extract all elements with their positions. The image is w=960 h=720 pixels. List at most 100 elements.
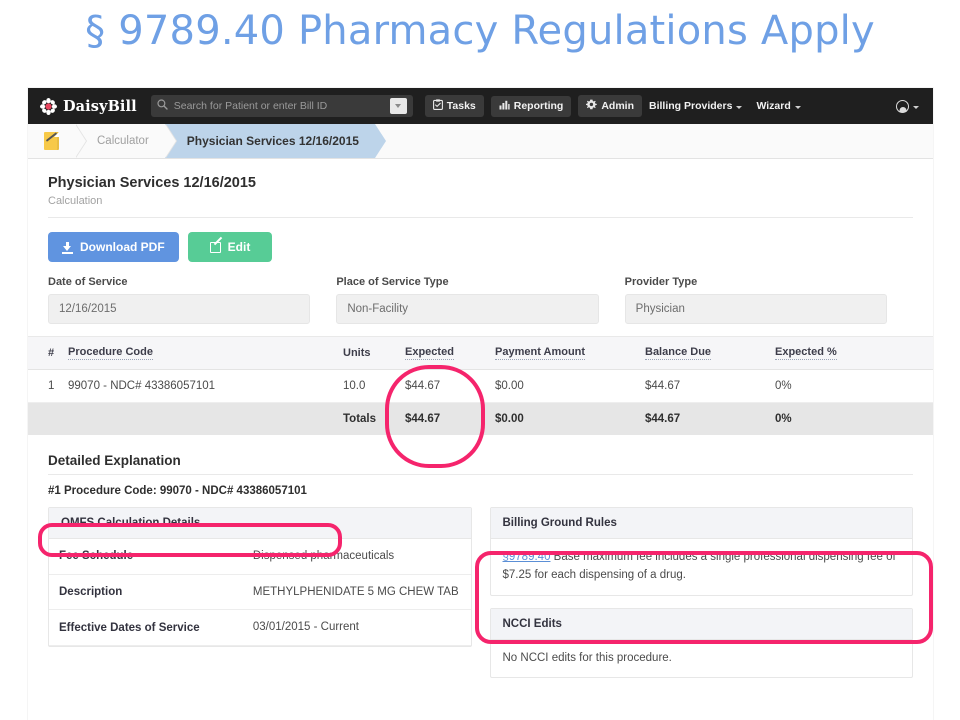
omfs-key: Description	[59, 586, 123, 598]
daisy-flower-logo-icon	[40, 97, 57, 115]
cell-expected-percent: 0%	[769, 369, 933, 403]
reporting-button[interactable]: Reporting	[490, 95, 572, 117]
brand-name: DaisyBill	[63, 97, 137, 115]
cell-expected: $44.67	[399, 369, 489, 403]
detailed-explanation-heading: Detailed Explanation	[48, 453, 181, 468]
chevron-down-icon	[736, 105, 743, 109]
totals-label: Totals	[337, 402, 399, 435]
wizard-label: Wizard	[756, 100, 791, 112]
chevron-down-icon	[913, 105, 919, 109]
procedures-table: # Procedure Code Units Expected Payment …	[28, 336, 933, 435]
chevron-down-icon	[794, 105, 801, 109]
col-number: #	[28, 336, 62, 370]
field-value: Physician	[624, 294, 887, 324]
user-avatar-icon	[896, 99, 909, 113]
tasks-button[interactable]: Tasks	[424, 95, 484, 117]
search-placeholder-text: Search for Patient or enter Bill ID	[173, 100, 328, 112]
col-expected-percent[interactable]: Expected %	[769, 336, 933, 370]
page-title: Physician Services 12/16/2015	[48, 175, 256, 191]
omfs-card: OMFS Calculation Details Fee Schedule Di…	[48, 507, 472, 648]
breadcrumb-item-calculator[interactable]: Calculator	[75, 124, 177, 158]
cell-payment-amount: $0.00	[489, 369, 639, 403]
note-pencil-icon	[44, 132, 59, 150]
bar-chart-icon	[499, 100, 510, 113]
search-dropdown-caret-icon[interactable]	[389, 98, 407, 114]
cell-balance-due: $44.67	[639, 369, 769, 403]
omfs-value: 03/01/2015 - Current	[252, 621, 359, 634]
breadcrumb-item-current[interactable]: Physician Services 12/16/2015	[164, 124, 387, 158]
col-payment-amount[interactable]: Payment Amount	[489, 336, 639, 370]
navbar: DaisyBill Search for Patient or enter Bi…	[28, 88, 933, 124]
table-row: Fee Schedule Dispensed pharmaceuticals	[49, 539, 471, 575]
col-procedure-code[interactable]: Procedure Code	[62, 336, 337, 370]
page-header: Physician Services 12/16/2015 Calculatio…	[28, 159, 933, 217]
brand[interactable]: DaisyBill	[40, 97, 137, 115]
field-value: Non-Facility	[336, 294, 599, 324]
rules-panel: Billing Ground Rules §9789.40 Base maxim…	[489, 507, 913, 690]
omfs-title: OMFS Calculation Details	[49, 508, 471, 539]
edit-pencil-icon	[209, 241, 221, 253]
field-label: Provider Type	[624, 276, 698, 288]
cell-row-number[interactable]: 1	[28, 369, 62, 403]
omfs-key: Effective Dates of Service	[59, 621, 200, 634]
col-expected[interactable]: Expected	[399, 336, 489, 370]
breadcrumb-current-label: Physician Services 12/16/2015	[186, 134, 359, 148]
billing-ground-rules-card: Billing Ground Rules §9789.40 Base maxim…	[489, 507, 913, 596]
totals-balance-due: $44.67	[639, 402, 769, 435]
cell-procedure-code: 99070 - NDC# 43386057101	[62, 369, 337, 403]
app-screenshot: DaisyBill Search for Patient or enter Bi…	[28, 88, 933, 720]
detail-panels: OMFS Calculation Details Fee Schedule Di…	[28, 507, 933, 690]
admin-label: Admin	[601, 100, 634, 112]
reporting-label: Reporting	[513, 100, 564, 112]
totals-expected: $44.67	[399, 402, 489, 435]
slide-title: § 9789.40 Pharmacy Regulations Apply	[85, 8, 875, 54]
billing-providers-menu[interactable]: Billing Providers	[649, 100, 743, 112]
cell-units: 10.0	[337, 369, 399, 403]
table-row[interactable]: 1 99070 - NDC# 43386057101 10.0 $44.67 $…	[28, 369, 933, 403]
breadcrumb: Calculator Physician Services 12/16/2015	[28, 124, 933, 159]
gear-icon	[586, 99, 598, 113]
slide: § 9789.40 Pharmacy Regulations Apply Dai…	[0, 0, 960, 720]
field-label: Place of Service Type	[336, 276, 449, 288]
totals-blank	[62, 402, 337, 435]
totals-expected-percent: 0%	[769, 402, 933, 435]
col-balance-due[interactable]: Balance Due	[639, 336, 769, 370]
col-units: Units	[337, 336, 399, 370]
admin-button[interactable]: Admin	[578, 95, 642, 117]
download-pdf-label: Download PDF	[80, 240, 165, 254]
totals-payment-amount: $0.00	[489, 402, 639, 435]
user-account-menu[interactable]	[896, 99, 919, 113]
table-row: Description METHYLPHENIDATE 5 MG CHEW TA…	[49, 574, 471, 610]
breadcrumb-calculator-label: Calculator	[97, 135, 149, 147]
field-provider-type: Provider Type Physician	[624, 276, 913, 324]
download-pdf-button[interactable]: Download PDF	[48, 232, 179, 262]
omfs-key: Fee Schedule	[59, 550, 134, 563]
divider	[48, 474, 913, 475]
detail-procedure-line: #1 Procedure Code: 99070 - NDC# 43386057…	[48, 485, 307, 497]
regulation-link[interactable]: §9789.40	[503, 551, 551, 563]
field-date-of-service: Date of Service 12/16/2015	[48, 276, 336, 324]
billing-ground-rules-body: §9789.40 Base maximum fee includes a sin…	[491, 539, 913, 595]
edit-button[interactable]: Edit	[187, 232, 273, 262]
wizard-menu[interactable]: Wizard	[756, 100, 801, 112]
billing-providers-label: Billing Providers	[649, 100, 733, 112]
search-input[interactable]: Search for Patient or enter Bill ID	[150, 95, 413, 117]
billing-ground-rules-text: Base maximum fee includes a single profe…	[502, 551, 896, 581]
omfs-value: METHYLPHENIDATE 5 MG CHEW TAB	[252, 585, 459, 598]
ncci-edits-text: No NCCI edits for this procedure.	[502, 651, 672, 664]
field-place-of-service-type: Place of Service Type Non-Facility	[336, 276, 624, 324]
omfs-panel: OMFS Calculation Details Fee Schedule Di…	[48, 507, 472, 659]
clipboard-icon	[432, 99, 443, 113]
table-row: Effective Dates of Service 03/01/2015 - …	[49, 610, 471, 646]
action-buttons: Download PDF Edit	[28, 218, 933, 272]
omfs-table: Fee Schedule Dispensed pharmaceuticals D…	[49, 539, 471, 646]
search-icon	[157, 99, 168, 113]
field-label: Date of Service	[48, 276, 128, 288]
totals-blank	[28, 402, 62, 435]
page-subtitle: Calculation	[48, 195, 103, 207]
breadcrumb-item-home[interactable]	[28, 124, 87, 158]
table-totals-row: Totals $44.67 $0.00 $44.67 0%	[28, 402, 933, 435]
ncci-edits-card: NCCI Edits No NCCI edits for this proced…	[489, 607, 913, 679]
tasks-label: Tasks	[446, 100, 476, 112]
field-value: 12/16/2015	[48, 294, 311, 324]
